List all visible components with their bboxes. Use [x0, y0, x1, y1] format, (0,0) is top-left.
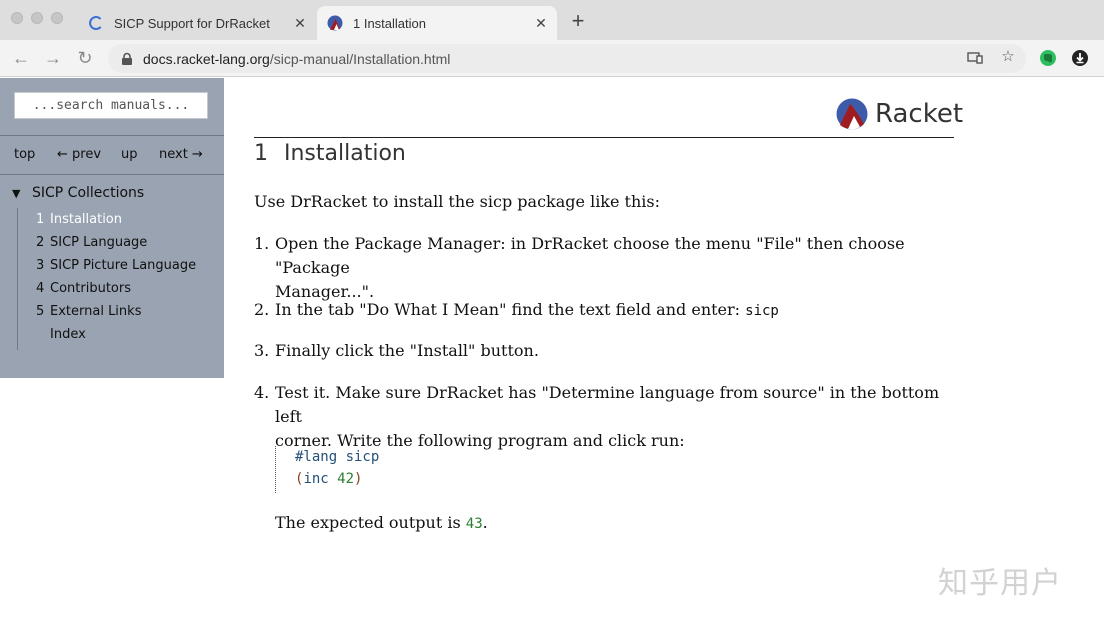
step-number: 2. [254, 300, 270, 319]
nav-top-link[interactable]: top [14, 147, 35, 162]
toc-indent-line [17, 208, 18, 350]
inline-code: sicp [745, 303, 779, 319]
toc-number: 4 [36, 281, 45, 296]
tab-close-icon[interactable]: ✕ [531, 15, 551, 32]
toc-number: 1 [36, 212, 45, 227]
expected-text: The expected output is [275, 513, 466, 532]
heading-rule [254, 137, 954, 138]
url-path: /sicp-manual/Installation.html [269, 50, 451, 67]
toc-label: External Links [50, 304, 142, 319]
loading-spinner-icon [89, 16, 102, 31]
bookmark-star-icon[interactable]: ☆ [999, 48, 1017, 66]
nav-prev-link[interactable]: ← prev [57, 147, 101, 162]
toc-item-contributors[interactable]: 4 Contributors [36, 277, 196, 300]
tab-title: 1 Installation [353, 15, 426, 31]
toc-title: SICP Collections [32, 185, 145, 201]
toc-item-sicp-language[interactable]: 2 SICP Language [36, 231, 196, 254]
toc-heading[interactable]: ▼ SICP Collections [12, 185, 144, 201]
watermark: 知乎用户 [938, 566, 1062, 601]
step-text: Test it. Make sure DrRacket has "Determi… [275, 381, 954, 453]
step-number: 4. [254, 383, 270, 402]
section-number: 1 [254, 141, 268, 166]
expected-value: 43 [465, 516, 483, 532]
step-2: 2. In the tab "Do What I Mean" find the … [254, 298, 954, 323]
tab-strip: SICP Support for DrRacket ✕ 1 Installati… [0, 0, 1104, 40]
toc-label: Contributors [50, 281, 131, 296]
step-3: 3. Finally click the "Install" button. [254, 339, 954, 363]
back-arrow-icon[interactable]: ← [9, 46, 33, 70]
toc-number: 2 [36, 235, 45, 250]
expected-period: . [482, 513, 488, 532]
code-function-link[interactable]: inc [303, 471, 328, 487]
racket-logo-icon [836, 98, 868, 130]
toc-item-installation[interactable]: 1 Installation [36, 208, 196, 231]
tab-sicp-support[interactable]: SICP Support for DrRacket ✕ [78, 6, 316, 40]
racket-logo[interactable]: Racket [836, 98, 963, 130]
intro-paragraph: Use DrRacket to install the sicp package… [254, 192, 661, 211]
step-text: Open the Package Manager: in DrRacket ch… [275, 232, 954, 304]
new-tab-button[interactable]: + [566, 9, 590, 33]
code-close-paren: ) [354, 471, 363, 487]
nav-next-link[interactable]: next → [159, 147, 203, 162]
toc-label: SICP Picture Language [50, 258, 197, 273]
section-title: Installation [284, 141, 406, 166]
toc-item-external-links[interactable]: 5 External Links [36, 300, 196, 323]
racket-favicon [327, 15, 343, 31]
close-window-button[interactable] [11, 12, 23, 24]
step-text-line: Open the Package Manager: in DrRacket ch… [275, 234, 905, 277]
tab-installation[interactable]: 1 Installation ✕ [317, 6, 557, 40]
search-manuals-input[interactable]: ...search manuals... [14, 92, 208, 119]
address-bar[interactable]: docs.racket-lang.org/sicp-manual/Install… [108, 44, 1026, 73]
step-1: 1. Open the Package Manager: in DrRacket… [254, 232, 954, 304]
minimize-window-button[interactable] [31, 12, 43, 24]
zoom-window-button[interactable] [51, 12, 63, 24]
download-extension-icon[interactable] [1071, 49, 1089, 67]
browser-toolbar: ← → ↻ docs.racket-lang.org/sicp-manual/I… [0, 40, 1104, 77]
toc-number: 5 [36, 304, 45, 319]
divider [0, 135, 224, 136]
docs-sidebar: ...search manuals... top ← prev up next … [0, 78, 224, 378]
page-title: 1 Installation [254, 141, 406, 166]
tab-title: SICP Support for DrRacket [114, 15, 270, 31]
code-expression-line: (inc 42) [295, 468, 379, 490]
forward-arrow-icon[interactable]: → [41, 46, 65, 70]
toc-label: Installation [50, 212, 123, 227]
lock-icon [122, 52, 132, 65]
toc-item-index[interactable]: Index [36, 323, 196, 346]
toc-list: 1 Installation 2 SICP Language 3 SICP Pictu… [36, 208, 196, 346]
expected-output-paragraph: The expected output is 43. [275, 511, 488, 536]
collapse-triangle-icon[interactable]: ▼ [12, 187, 22, 200]
step-text-line: Test it. Make sure DrRacket has "Determi… [275, 383, 940, 426]
url-domain: docs.racket-lang.org [143, 50, 270, 67]
code-block: #lang sicp (inc 42) [275, 446, 379, 493]
step-text: In the tab "Do What I Mean" find the tex… [275, 298, 954, 323]
step-text: Finally click the "Install" button. [275, 341, 539, 360]
evernote-extension-icon[interactable] [1039, 49, 1057, 67]
toc-number: 3 [36, 258, 45, 273]
nav-up-link[interactable]: up [121, 147, 138, 162]
step-number: 3. [254, 341, 270, 360]
divider [0, 174, 224, 175]
reload-icon[interactable]: ↻ [73, 46, 97, 70]
tab-close-icon[interactable]: ✕ [290, 15, 310, 32]
cast-icon[interactable] [966, 48, 984, 66]
step-text-line: In the tab "Do What I Mean" find the tex… [275, 300, 746, 319]
racket-logo-text: Racket [875, 99, 964, 129]
code-number: 42 [337, 471, 355, 487]
step-number: 1. [254, 234, 270, 253]
step-4: 4. Test it. Make sure DrRacket has "Dete… [254, 381, 954, 453]
url-text: docs.racket-lang.org/sicp-manual/Install… [143, 51, 450, 67]
toc-label: Index [50, 327, 86, 342]
toc-item-sicp-picture-language[interactable]: 3 SICP Picture Language [36, 254, 196, 277]
toc-label: SICP Language [50, 235, 148, 250]
code-lang-line[interactable]: #lang sicp [295, 446, 379, 468]
